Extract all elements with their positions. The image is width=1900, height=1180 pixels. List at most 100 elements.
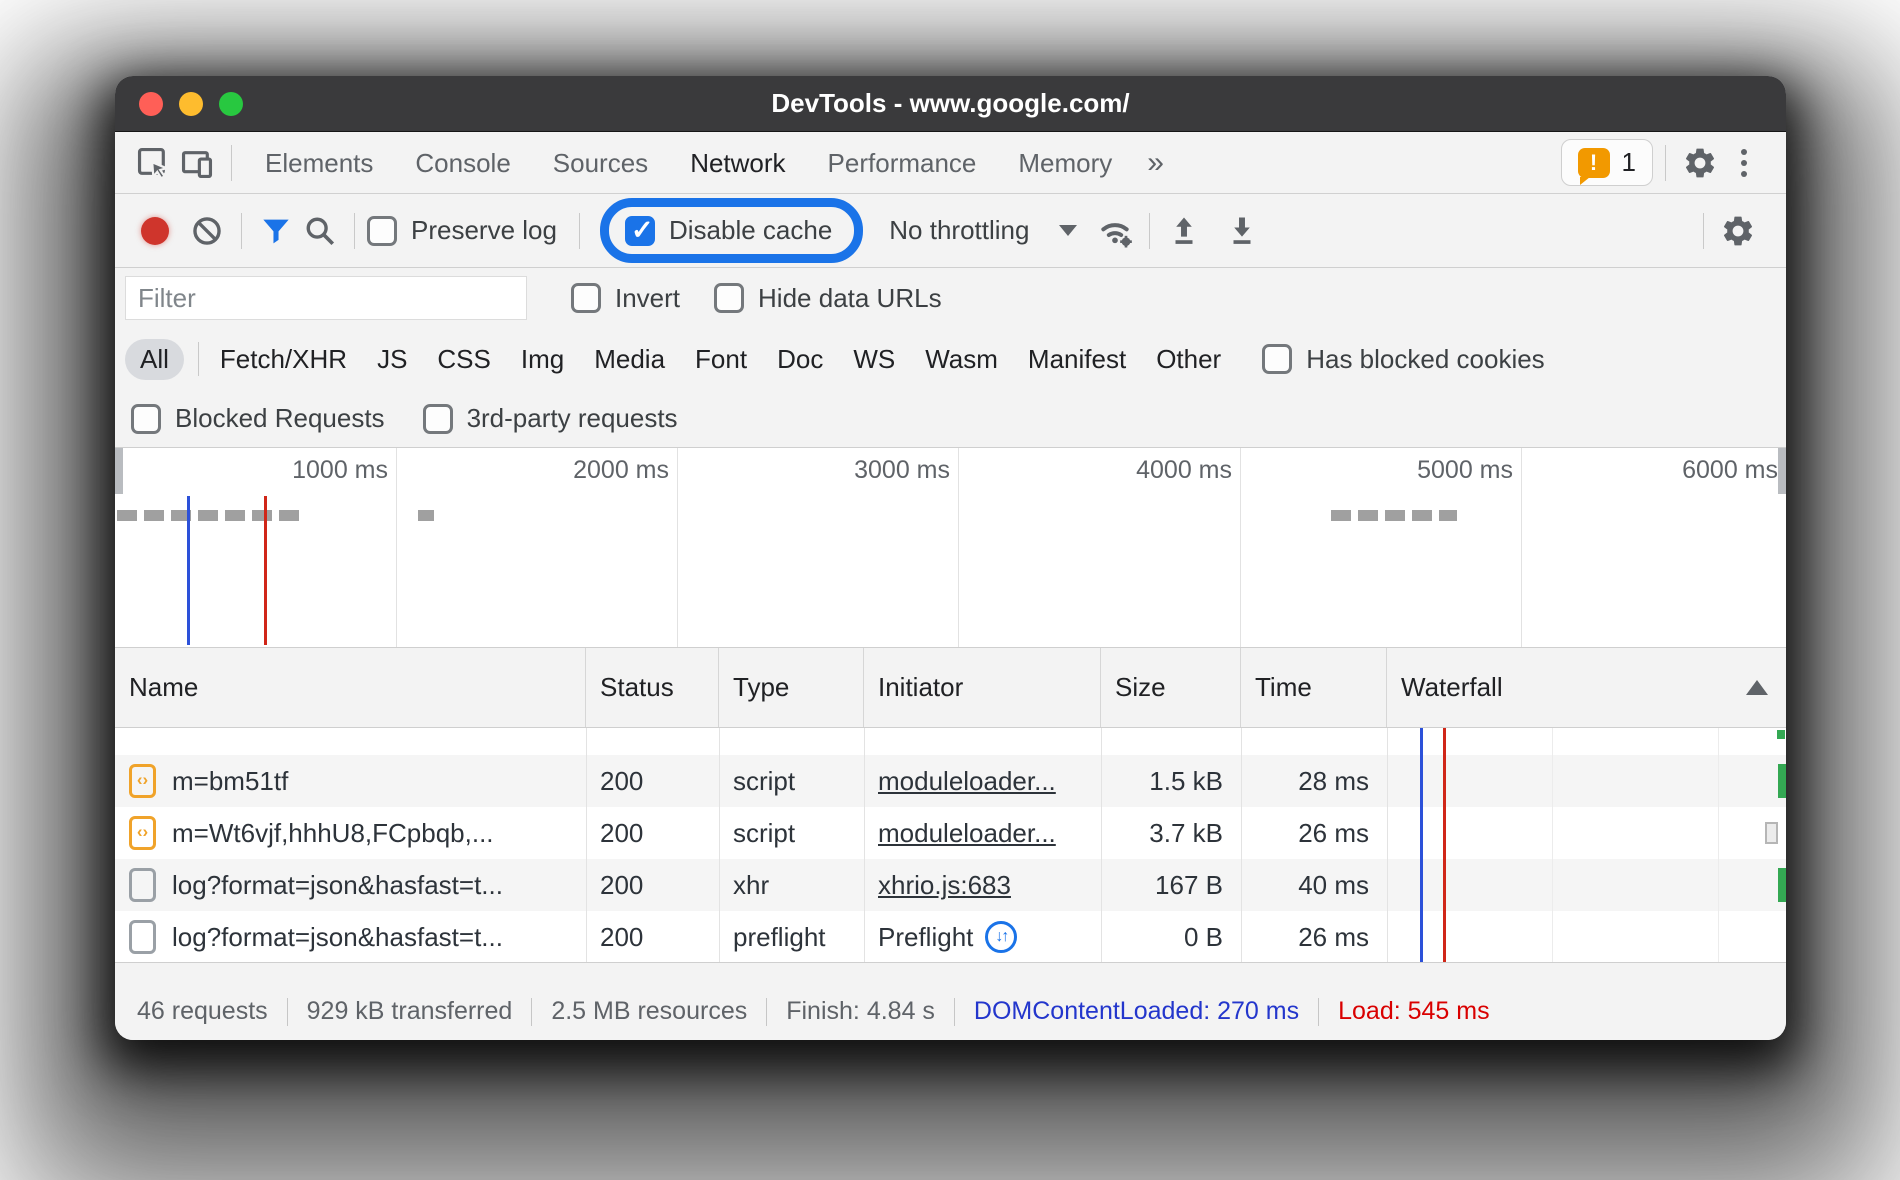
- time-cell: 26 ms: [1241, 807, 1387, 859]
- network-settings-gear-icon[interactable]: [1716, 209, 1760, 253]
- blocked-requests-checkbox[interactable]: [131, 404, 161, 434]
- table-row[interactable]: m=bm51tf 200 script moduleloader... 1.5 …: [115, 755, 1786, 807]
- load-marker-line: [264, 496, 267, 645]
- divider: [1318, 998, 1319, 1026]
- initiator-link[interactable]: xhrio.js:683: [878, 870, 1011, 901]
- column-header-name[interactable]: Name: [115, 648, 586, 727]
- hide-data-urls-checkbox[interactable]: [714, 283, 744, 313]
- tab-sources[interactable]: Sources: [532, 133, 669, 193]
- type-filter-css[interactable]: CSS: [437, 344, 490, 375]
- column-header-type[interactable]: Type: [719, 648, 864, 727]
- settings-gear-icon[interactable]: [1678, 141, 1722, 185]
- invert-checkbox[interactable]: [571, 283, 601, 313]
- window-title: DevTools - www.google.com/: [115, 88, 1786, 119]
- type-filter-img[interactable]: Img: [521, 344, 564, 375]
- tab-performance[interactable]: Performance: [807, 133, 998, 193]
- table-row[interactable]: m=Wt6vjf,hhhU8,FCpbqb,... 200 script mod…: [115, 807, 1786, 859]
- filter-input[interactable]: [125, 276, 527, 320]
- status-cell: 200: [586, 859, 719, 911]
- invert-group[interactable]: Invert: [571, 283, 680, 314]
- inspect-element-icon[interactable]: [131, 141, 175, 185]
- size-cell: 3.7 kB: [1101, 807, 1241, 859]
- status-cell: 200: [586, 755, 719, 807]
- script-icon: [129, 816, 156, 850]
- type-filter-js[interactable]: JS: [377, 344, 407, 375]
- export-har-icon[interactable]: [1220, 209, 1264, 253]
- resource-type-filters: All Fetch/XHR JS CSS Img Media Font Doc …: [115, 328, 1786, 390]
- request-filters-row: Blocked Requests 3rd-party requests: [115, 390, 1786, 448]
- blocked-requests-group[interactable]: Blocked Requests: [131, 403, 385, 434]
- waterfall-header-label: Waterfall: [1401, 672, 1503, 703]
- column-header-time[interactable]: Time: [1241, 648, 1387, 727]
- network-overview-timeline[interactable]: 1000 ms 2000 ms 3000 ms 4000 ms 5000 ms …: [115, 448, 1786, 648]
- overview-right-handle[interactable]: [1778, 448, 1786, 494]
- requests-table-header: Name Status Type Initiator Size Time Wat…: [115, 648, 1786, 728]
- third-party-checkbox[interactable]: [423, 404, 453, 434]
- column-divider: [1241, 728, 1242, 962]
- size-cell: 1.5 kB: [1101, 755, 1241, 807]
- preserve-log-checkbox[interactable]: [367, 216, 397, 246]
- filter-funnel-icon[interactable]: [254, 209, 298, 253]
- table-footer-gap: [115, 963, 1786, 983]
- column-header-waterfall[interactable]: Waterfall: [1387, 648, 1786, 727]
- waterfall-bar: [1778, 868, 1786, 902]
- tabbar-right-actions: ! 1: [1561, 139, 1766, 186]
- has-blocked-cookies-checkbox[interactable]: [1262, 344, 1292, 374]
- tab-network[interactable]: Network: [669, 133, 806, 193]
- preflight-icon[interactable]: ↓↑: [985, 921, 1017, 953]
- kebab-menu-icon[interactable]: [1722, 141, 1766, 185]
- tab-elements[interactable]: Elements: [244, 133, 394, 193]
- column-header-size[interactable]: Size: [1101, 648, 1241, 727]
- initiator-label: Preflight: [878, 922, 973, 953]
- type-filter-ws[interactable]: WS: [853, 344, 895, 375]
- table-row[interactable]: log?format=json&hasfast=t... 200 preflig…: [115, 911, 1786, 963]
- table-row[interactable]: log?format=json&hasfast=t... 200 xhr xhr…: [115, 859, 1786, 911]
- issues-badge[interactable]: ! 1: [1561, 139, 1653, 186]
- waterfall-cell: [1387, 911, 1786, 963]
- preserve-log-group[interactable]: Preserve log: [367, 215, 557, 246]
- divider: [579, 213, 580, 249]
- throttling-select[interactable]: No throttling: [889, 215, 1077, 246]
- type-filter-doc[interactable]: Doc: [777, 344, 823, 375]
- type-filter-font[interactable]: Font: [695, 344, 747, 375]
- requests-table-body: m=bm51tf 200 script moduleloader... 1.5 …: [115, 728, 1786, 963]
- waterfall-load-line: [1443, 728, 1446, 962]
- type-filter-all[interactable]: All: [125, 339, 184, 380]
- summary-load: Load: 545 ms: [1338, 997, 1490, 1026]
- preserve-log-label: Preserve log: [411, 215, 557, 246]
- search-icon[interactable]: [298, 209, 342, 253]
- clear-icon[interactable]: [185, 209, 229, 253]
- hide-data-urls-group[interactable]: Hide data URLs: [714, 283, 942, 314]
- disable-cache-checkbox[interactable]: [625, 216, 655, 246]
- initiator-link[interactable]: moduleloader...: [878, 818, 1056, 849]
- column-header-status[interactable]: Status: [586, 648, 719, 727]
- issues-count: 1: [1622, 147, 1636, 178]
- type-filter-fetch-xhr[interactable]: Fetch/XHR: [220, 344, 347, 375]
- divider: [1149, 213, 1150, 249]
- column-header-initiator[interactable]: Initiator: [864, 648, 1101, 727]
- third-party-group[interactable]: 3rd-party requests: [423, 403, 678, 434]
- type-filter-media[interactable]: Media: [594, 344, 665, 375]
- network-conditions-icon[interactable]: [1093, 209, 1137, 253]
- blocked-requests-label: Blocked Requests: [175, 403, 385, 434]
- chevron-down-icon: [1059, 225, 1077, 236]
- devtools-window: DevTools - www.google.com/ Elements Cons…: [115, 76, 1786, 1040]
- import-har-icon[interactable]: [1162, 209, 1206, 253]
- overview-left-handle[interactable]: [115, 448, 123, 494]
- type-filter-other[interactable]: Other: [1156, 344, 1221, 375]
- request-name-cell: m=bm51tf: [115, 755, 586, 807]
- tab-memory[interactable]: Memory: [997, 133, 1133, 193]
- device-toolbar-icon[interactable]: [175, 141, 219, 185]
- waterfall-cell: [1387, 755, 1786, 807]
- disable-cache-label: Disable cache: [669, 215, 832, 246]
- column-divider: [864, 728, 865, 962]
- tab-console[interactable]: Console: [394, 133, 531, 193]
- divider: [1703, 213, 1704, 249]
- type-filter-wasm[interactable]: Wasm: [925, 344, 998, 375]
- column-divider: [1387, 728, 1388, 962]
- initiator-link[interactable]: moduleloader...: [878, 766, 1056, 797]
- type-filter-manifest[interactable]: Manifest: [1028, 344, 1126, 375]
- has-blocked-cookies-group[interactable]: Has blocked cookies: [1262, 344, 1544, 375]
- record-icon[interactable]: [141, 217, 169, 245]
- more-panels-chevron[interactable]: »: [1133, 133, 1178, 193]
